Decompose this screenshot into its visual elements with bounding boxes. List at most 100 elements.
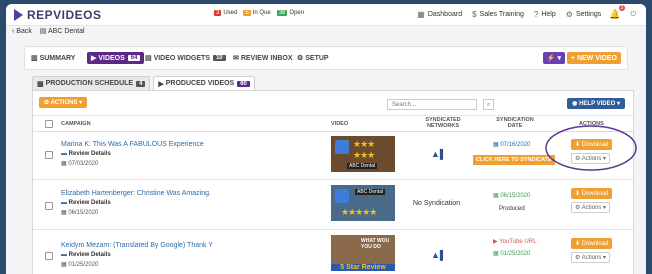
- label: Settings: [575, 11, 602, 18]
- status-in-que: 5 In Que: [243, 10, 271, 16]
- calendar-icon: ▦: [37, 80, 46, 88]
- nav-sales-training[interactable]: $ Sales Training: [472, 10, 524, 19]
- video-title[interactable]: Marina K: This Was A FABULOUS Experience: [61, 141, 204, 148]
- value: 01/25/2020: [68, 262, 99, 268]
- label: SUMMARY: [39, 54, 76, 62]
- nav-help[interactable]: ? Help: [534, 10, 556, 19]
- video-thumbnail[interactable]: WHAT WOU YOU DO 5 Star Review: [331, 235, 395, 271]
- new-video-button[interactable]: + NEW VIDEO: [566, 52, 621, 64]
- col-video: VIDEO: [331, 121, 349, 127]
- power-icon[interactable]: ⏻: [630, 11, 636, 19]
- label: REVIEW INBOX: [240, 54, 293, 62]
- download-button[interactable]: ⬇ Download: [571, 238, 613, 249]
- label: Open: [289, 10, 305, 16]
- label: PRODUCED VIDEOS: [165, 80, 235, 87]
- tab-summary[interactable]: ▥ SUMMARY: [31, 52, 75, 64]
- star-rating: ★★★: [353, 139, 375, 149]
- count: 10: [212, 55, 226, 61]
- chart-icon: ▥: [31, 55, 40, 62]
- thumb-headline: WHAT WOU YOU DO: [361, 238, 390, 250]
- video-title[interactable]: Keidym Mezam: (Translated By Google) Tha…: [61, 242, 213, 249]
- nav-settings[interactable]: ⚙ Settings: [566, 10, 601, 19]
- tab-videos[interactable]: ▶ VIDEOS 64: [87, 52, 145, 64]
- back-link[interactable]: ‹ Back: [12, 28, 32, 35]
- widget-icon: ▤: [145, 55, 154, 62]
- quick-action-button[interactable]: ⚡ ▾: [542, 52, 565, 64]
- sub-tabs: ▦ PRODUCTION SCHEDULE 4 ▶ PRODUCED VIDEOS…: [32, 76, 258, 91]
- back-label: Back: [16, 28, 32, 35]
- video-thumbnail[interactable]: ABC Dental ★★★★★: [331, 185, 395, 221]
- row-checkbox[interactable]: [45, 151, 53, 159]
- label: VIDEO WIDGETS: [153, 54, 210, 62]
- value: 07/16/2020: [500, 142, 531, 148]
- star-rating: ★★★★★: [341, 207, 377, 217]
- review-details[interactable]: ▬ Review Details: [61, 252, 111, 258]
- label: Review Details: [68, 200, 111, 206]
- top-bar: REPVIDEOS 3 Used 5 In Que 38 Open ▦ Dashboar…: [6, 4, 646, 26]
- select-all-checkbox[interactable]: [45, 120, 53, 128]
- tooth-icon: [335, 189, 349, 203]
- sync-date: ▦ 06/15/2020: [493, 192, 530, 199]
- star-rating: ★★★: [353, 150, 375, 160]
- sync-date: ▦ 07/16/2020: [493, 141, 530, 148]
- network-icon[interactable]: ▲▌: [431, 250, 446, 260]
- tab-review-inbox[interactable]: ✉ REVIEW INBOX: [233, 52, 293, 64]
- label: YouTube URL: [499, 239, 537, 245]
- label: Sales Training: [479, 11, 524, 18]
- label: HELP VIDEO ▾: [579, 101, 620, 107]
- gear-icon: ⚙: [575, 255, 582, 261]
- video-thumbnail[interactable]: ★★★ ★★★ ABC Dental: [331, 136, 395, 172]
- col-sync-date: SYNDICATION DATE: [496, 117, 534, 129]
- created-date: ▦ 01/25/2020: [61, 261, 98, 268]
- created-date: ▦ 06/15/2020: [61, 209, 98, 216]
- value: 06/15/2020: [500, 193, 531, 199]
- col-networks: SYNDICATED NETWORKS: [425, 117, 461, 129]
- tab-video-widgets[interactable]: ▤ VIDEO WIDGETS 10: [145, 52, 226, 64]
- label: SETUP: [305, 54, 329, 62]
- status-open: 38 Open: [276, 10, 305, 16]
- tab-setup[interactable]: ⚙ SETUP: [297, 52, 329, 64]
- notifications[interactable]: 🔔 2: [609, 5, 626, 20]
- network-icon[interactable]: ▲▌: [431, 149, 446, 159]
- review-details[interactable]: ▬ Review Details: [61, 151, 111, 157]
- col-campaign: CAMPAIGN: [61, 121, 91, 127]
- actions-dropdown[interactable]: ⚙ Actions ▾: [571, 252, 611, 263]
- row-checkbox[interactable]: [45, 252, 53, 260]
- subtab-production-schedule[interactable]: ▦ PRODUCTION SCHEDULE 4: [32, 76, 151, 91]
- youtube-link[interactable]: ▶ YouTube URL: [493, 238, 536, 245]
- thumb-caption: ABC Dental: [355, 189, 386, 195]
- produced-status: Produced: [499, 206, 525, 212]
- row-checkbox[interactable]: [45, 202, 53, 210]
- search-input[interactable]: Search...: [387, 99, 477, 110]
- bell-icon: 🔔: [609, 9, 621, 19]
- videos-panel: ✿ ACTIONS ▾ Search... ⌕ ◉ HELP VIDEO ▾ C…: [32, 90, 637, 274]
- gear-icon: ⚙: [565, 10, 573, 19]
- review-details[interactable]: ▬ Review Details: [61, 200, 111, 206]
- actions-button[interactable]: ✿ ACTIONS ▾: [39, 97, 88, 108]
- search-icon[interactable]: ⌕: [483, 99, 494, 110]
- play-icon: ▶: [91, 55, 99, 62]
- count: 5: [243, 10, 251, 16]
- dashboard-icon: ▦: [417, 10, 425, 19]
- client-name: ABC Dental: [47, 28, 85, 35]
- status-used: 3 Used: [214, 10, 237, 16]
- value: 07/03/2020: [68, 161, 99, 167]
- help-video-button[interactable]: ◉ HELP VIDEO ▾: [567, 98, 625, 109]
- nav-dashboard[interactable]: ▦ Dashboard: [417, 10, 462, 19]
- video-title[interactable]: Elizabeth Hartenberger: Christine Was Am…: [61, 190, 211, 197]
- actions-dropdown[interactable]: ⚙ Actions ▾: [571, 202, 611, 213]
- value: 06/15/2020: [68, 210, 99, 216]
- comment-icon: ▬: [61, 252, 69, 258]
- download-button[interactable]: ⬇ Download: [571, 188, 613, 199]
- app-window: REPVIDEOS 3 Used 5 In Que 38 Open ▦ Dashboar…: [6, 4, 646, 274]
- download-icon: ⬇: [575, 191, 582, 197]
- label: Review Details: [68, 151, 111, 157]
- app-logo[interactable]: REPVIDEOS: [14, 8, 102, 22]
- no-syndication-text: No Syndication: [413, 200, 461, 207]
- label: Actions ▾: [581, 255, 607, 261]
- play-icon: [14, 9, 23, 21]
- subtab-produced-videos[interactable]: ▶ PRODUCED VIDEOS 60: [153, 76, 255, 91]
- count: 64: [127, 55, 141, 61]
- thumb-caption: ABC Dental: [347, 163, 378, 169]
- inbox-icon: ✉: [233, 55, 241, 62]
